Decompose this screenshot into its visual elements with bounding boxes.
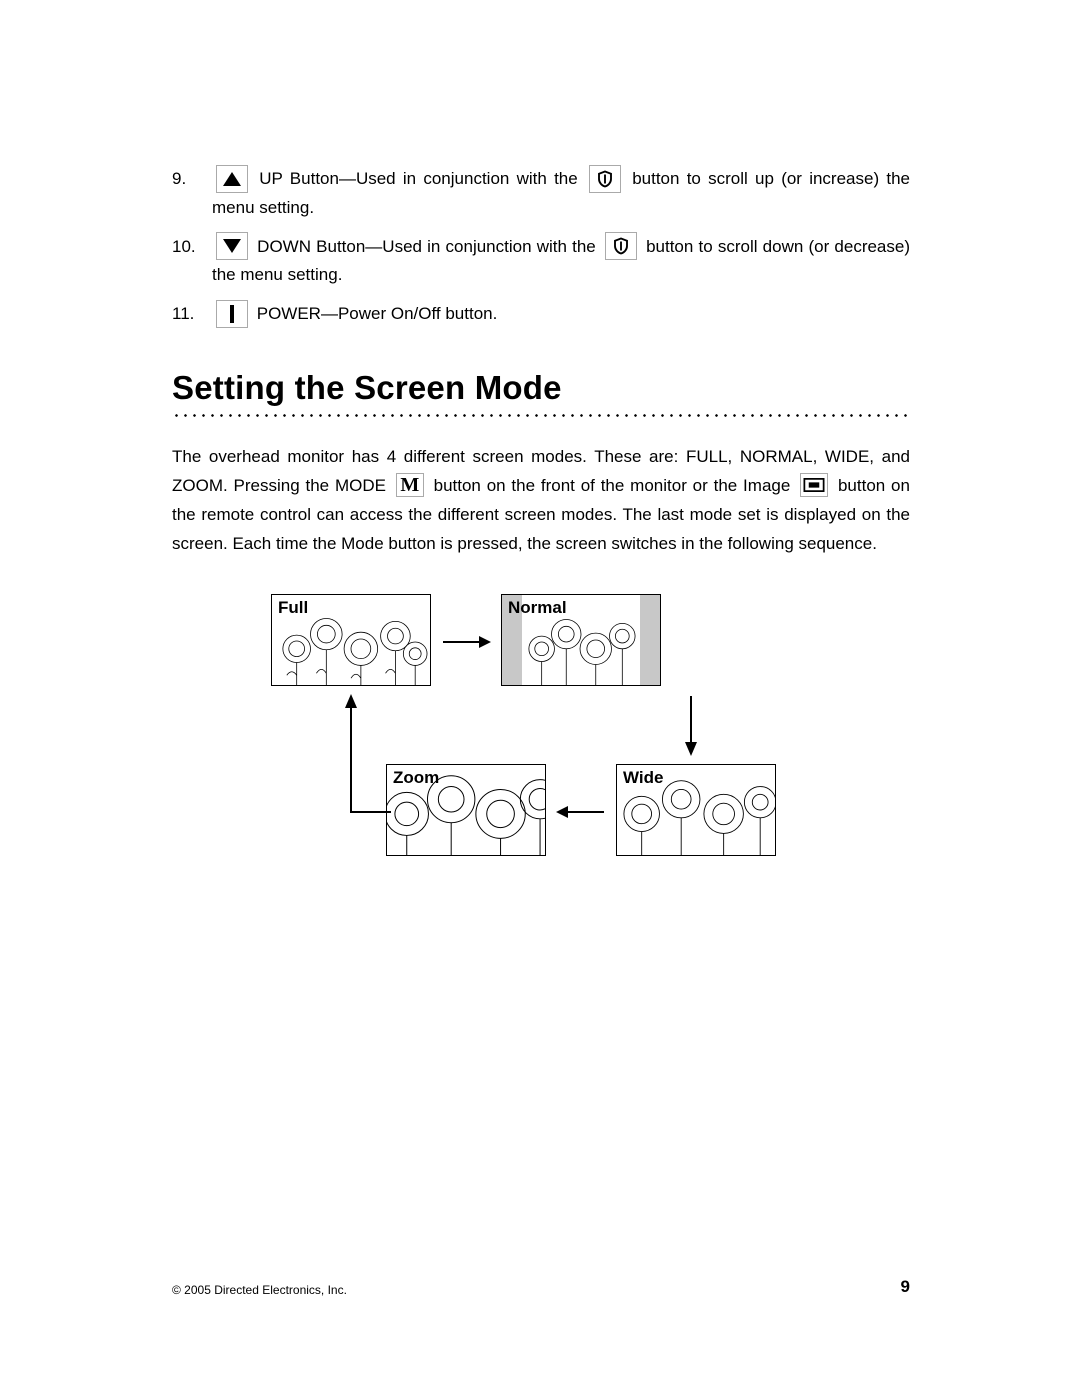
- screenshot-wide: Wide: [616, 764, 776, 856]
- manual-page: 9. UP Button—Used in conjunction with th…: [0, 0, 1080, 1397]
- image-rect-icon: [800, 473, 828, 497]
- arrow-left-icon: [556, 802, 606, 822]
- menu-shield-icon: [589, 165, 621, 193]
- label-normal: Normal: [508, 598, 567, 618]
- heading-text: Setting the Screen Mode: [172, 369, 910, 407]
- arrow-down-icon: [681, 694, 701, 756]
- screenshot-full: Full: [271, 594, 431, 686]
- para-seg-2: button on the front of the monitor or th…: [434, 476, 791, 495]
- section-heading: Setting the Screen Mode: [172, 369, 910, 421]
- list-item-11: 11. POWER—Power On/Off button.: [172, 300, 910, 329]
- label-zoom: Zoom: [393, 768, 439, 788]
- list-number: 11.: [172, 300, 212, 329]
- mode-sequence-diagram: Full Normal: [261, 594, 821, 874]
- dotted-rule: [172, 411, 910, 421]
- item9-text-pre: UP Button—Used in conjunction with the: [259, 169, 577, 188]
- down-triangle-icon: [216, 232, 248, 260]
- list-item-10: 10. DOWN Button—Used in conjunction with…: [172, 233, 910, 289]
- mode-m-icon: M: [396, 473, 424, 497]
- copyright-text: © 2005 Directed Electronics, Inc.: [172, 1283, 347, 1297]
- item11-text: POWER—Power On/Off button.: [257, 304, 498, 323]
- pillarbox-right: [640, 595, 660, 685]
- screenshot-normal: Normal: [501, 594, 661, 686]
- up-triangle-icon: [216, 165, 248, 193]
- menu-shield-icon: [605, 232, 637, 260]
- page-number: 9: [901, 1277, 910, 1297]
- list-item-9: 9. UP Button—Used in conjunction with th…: [172, 165, 910, 221]
- label-wide: Wide: [623, 768, 663, 788]
- screenshot-zoom: Zoom: [386, 764, 546, 856]
- label-full: Full: [278, 598, 308, 618]
- section-paragraph: The overhead monitor has 4 different scr…: [172, 443, 910, 559]
- page-footer: © 2005 Directed Electronics, Inc. 9: [172, 1277, 910, 1297]
- arrow-right-icon: [441, 632, 491, 652]
- list-number: 9.: [172, 165, 212, 221]
- power-icon: [216, 300, 248, 328]
- button-definitions-list: 9. UP Button—Used in conjunction with th…: [172, 165, 910, 329]
- list-number: 10.: [172, 233, 212, 289]
- item10-text-pre: DOWN Button—Used in conjunction with the: [257, 237, 596, 256]
